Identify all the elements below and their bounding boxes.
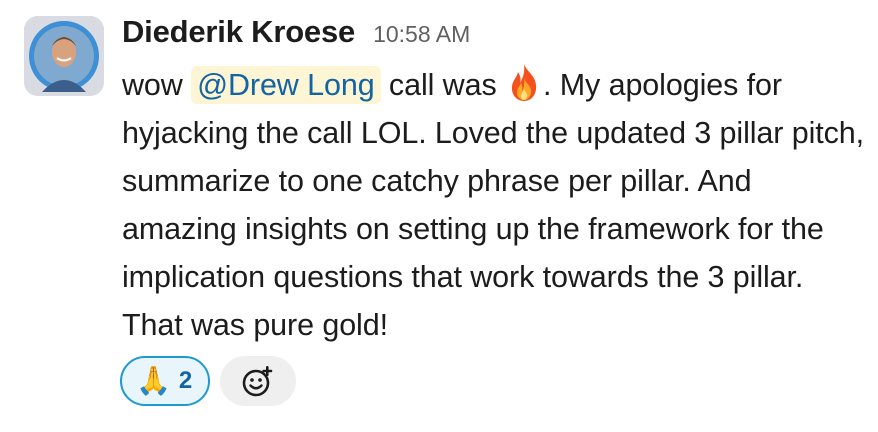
add-reaction-icon	[242, 366, 273, 397]
avatar-photo	[24, 16, 104, 96]
message-text-mid: call was	[380, 68, 505, 102]
fire-emoji-icon	[505, 62, 543, 102]
pray-emoji-icon: 🙏	[136, 365, 171, 396]
avatar[interactable]	[24, 16, 104, 96]
reactions-bar: 🙏 2	[120, 356, 297, 406]
reaction-pray[interactable]: 🙏 2	[120, 356, 211, 406]
timestamp[interactable]: 10:58 AM	[373, 21, 470, 48]
message-body: wow @Drew Long call was . My apologies f…	[122, 61, 866, 349]
reaction-count: 2	[178, 367, 193, 394]
add-reaction-button[interactable]	[220, 356, 297, 406]
message-header: Diederik Kroese 10:58 AM	[122, 14, 866, 54]
message-text-start: wow	[122, 68, 192, 102]
author-name[interactable]: Diederik Kroese	[122, 14, 355, 50]
message: Diederik Kroese 10:58 AM wow @Drew Long …	[0, 0, 878, 432]
message-content: Diederik Kroese 10:58 AM wow @Drew Long …	[122, 14, 866, 349]
user-mention[interactable]: @Drew Long	[191, 66, 381, 104]
message-text-end: . My apologies for hyjacking the call LO…	[122, 68, 865, 342]
